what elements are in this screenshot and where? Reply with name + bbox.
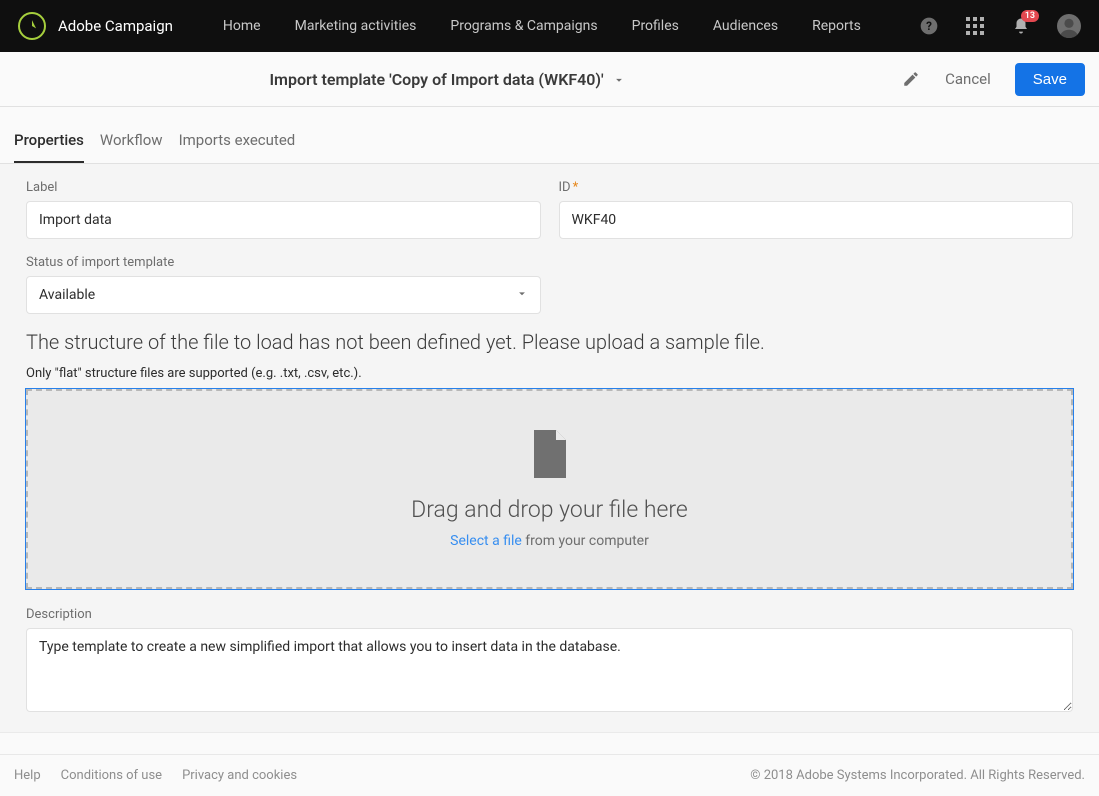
notifications-icon[interactable]: 13 xyxy=(1011,16,1031,36)
avatar[interactable] xyxy=(1057,14,1081,38)
top-nav: Adobe Campaign Home Marketing activities… xyxy=(0,0,1099,52)
edit-button[interactable] xyxy=(895,63,927,95)
apps-icon[interactable] xyxy=(965,16,985,36)
nav-icons: ? 13 xyxy=(919,14,1081,38)
description-field-label: Description xyxy=(26,607,1073,622)
notification-badge: 13 xyxy=(1021,10,1039,22)
description-field-wrap: Description xyxy=(26,607,1073,712)
file-format-helper: Only "flat" structure files are supporte… xyxy=(26,366,1073,381)
save-button[interactable]: Save xyxy=(1015,63,1085,96)
properties-panel: Label ID* Status of import template Avai… xyxy=(0,164,1099,733)
label-field-wrap: Label xyxy=(26,180,541,239)
label-input[interactable] xyxy=(26,201,541,239)
nav-profiles[interactable]: Profiles xyxy=(632,18,679,34)
cancel-button[interactable]: Cancel xyxy=(945,70,991,88)
dropzone-subtitle: Select a file from your computer xyxy=(450,533,649,549)
tabs: Properties Workflow Imports executed xyxy=(0,107,1099,164)
footer: Help Conditions of use Privacy and cooki… xyxy=(0,754,1099,796)
tab-properties[interactable]: Properties xyxy=(14,131,84,163)
footer-privacy[interactable]: Privacy and cookies xyxy=(182,768,297,783)
brand-logo xyxy=(18,12,46,40)
footer-conditions[interactable]: Conditions of use xyxy=(61,768,162,783)
select-file-link[interactable]: Select a file xyxy=(450,533,522,549)
file-icon xyxy=(530,430,570,482)
id-field-wrap: ID* xyxy=(559,180,1074,239)
dropzone-title: Drag and drop your file here xyxy=(411,496,688,523)
status-field-label: Status of import template xyxy=(26,255,541,270)
subheader: Import template 'Copy of Import data (WK… xyxy=(0,52,1099,107)
svg-text:?: ? xyxy=(926,19,932,33)
label-field-label: Label xyxy=(26,180,541,195)
page-title: Import template 'Copy of Import data (WK… xyxy=(269,70,603,89)
nav-home[interactable]: Home xyxy=(223,18,261,34)
tab-imports-executed[interactable]: Imports executed xyxy=(179,131,296,163)
tab-workflow[interactable]: Workflow xyxy=(100,131,163,163)
file-dropzone[interactable]: Drag and drop your file here Select a fi… xyxy=(26,389,1073,589)
nav-marketing-activities[interactable]: Marketing activities xyxy=(295,18,417,34)
id-field-label: ID* xyxy=(559,180,1074,195)
nav-programs-campaigns[interactable]: Programs & Campaigns xyxy=(450,18,597,34)
file-structure-helper: The structure of the file to load has no… xyxy=(26,330,1073,354)
nav-reports[interactable]: Reports xyxy=(812,18,861,34)
brand-name: Adobe Campaign xyxy=(58,17,173,35)
status-field-wrap: Status of import template Available xyxy=(26,255,541,314)
chevron-down-icon[interactable] xyxy=(612,72,626,86)
description-textarea[interactable] xyxy=(26,628,1073,712)
status-select[interactable]: Available xyxy=(26,276,541,314)
help-icon[interactable]: ? xyxy=(919,16,939,36)
nav-audiences[interactable]: Audiences xyxy=(713,18,778,34)
footer-help[interactable]: Help xyxy=(14,768,41,783)
footer-copyright: © 2018 Adobe Systems Incorporated. All R… xyxy=(750,768,1085,783)
id-input[interactable] xyxy=(559,201,1074,239)
nav-links: Home Marketing activities Programs & Cam… xyxy=(223,18,861,34)
